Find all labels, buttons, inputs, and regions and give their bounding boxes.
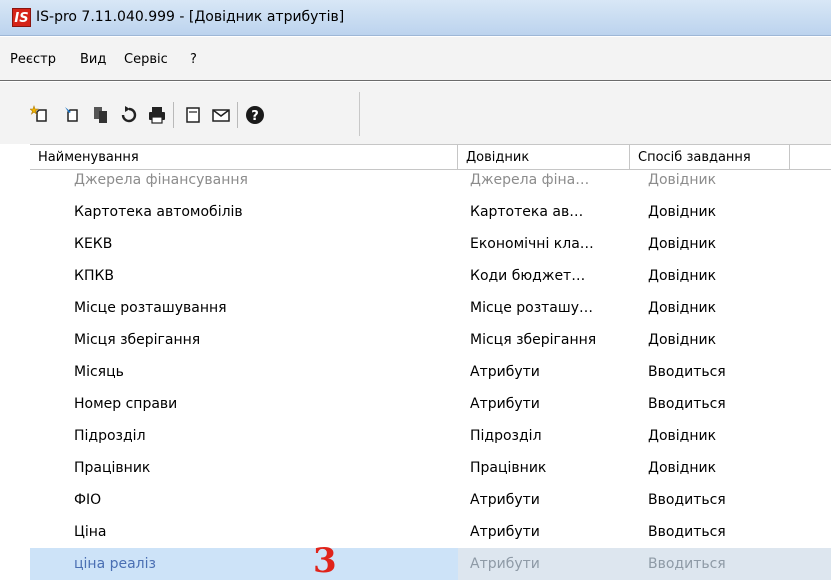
cell-directory: Місце розташу… (470, 300, 593, 316)
cell-name: ціна реаліз (74, 556, 156, 572)
cell-name: Джерела фінансування (74, 172, 248, 188)
cell-directory: Атрибути (470, 492, 540, 508)
toolbar-group: ? (29, 92, 360, 136)
edit-doc-icon[interactable] (62, 104, 84, 126)
menu-item-registry[interactable]: Реєстр (10, 52, 56, 67)
table-row[interactable]: Джерела фінансування Джерела фіна… Довідни… (30, 164, 831, 196)
menu-bar: Реєстр Вид Сервіс ? (0, 37, 831, 81)
new-doc-icon[interactable] (29, 104, 52, 126)
copy-doc-icon[interactable] (90, 104, 112, 126)
cell-method: Довідник (648, 172, 717, 188)
table-row[interactable]: КЕКВ Економічні кла… Довідник (30, 228, 831, 260)
table-row[interactable]: Ціна Атрибути Вводиться (30, 516, 831, 548)
table-row[interactable]: Працівник Працівник Довідник (30, 452, 831, 484)
cell-name: Місця зберігання (74, 332, 201, 348)
cell-method: Довідник (648, 460, 717, 476)
cell-method: Довідник (648, 236, 717, 252)
cell-name: КПКВ (74, 268, 115, 284)
cell-directory: Економічні кла… (470, 236, 594, 252)
cell-directory: Джерела фіна… (470, 172, 590, 188)
cell-method: Довідник (648, 428, 717, 444)
cell-method: Вводиться (648, 492, 726, 508)
svg-text:?: ? (251, 109, 259, 124)
table-row[interactable]: КПКВ Коди бюджет… Довідник (30, 260, 831, 292)
cell-directory: Працівник (470, 460, 547, 476)
table-row[interactable]: Місця зберігання Місця зберігання Довідник (30, 324, 831, 356)
window-title: IS-pro 7.11.040.999 - [Довідник атрибуті… (36, 9, 345, 25)
cell-directory: Місця зберігання (470, 332, 597, 348)
cell-directory: Атрибути (470, 556, 540, 572)
cell-method: Вводиться (648, 396, 726, 412)
help-icon[interactable]: ? (244, 104, 266, 126)
cell-directory: Коди бюджет… (470, 268, 586, 284)
cell-directory: Підрозділ (470, 428, 542, 444)
cell-name: Місце розташування (74, 300, 227, 316)
cell-name: Картотека автомобілів (74, 204, 243, 220)
table-row[interactable]: Підрозділ Підрозділ Довідник (30, 420, 831, 452)
app-logo: IS (12, 8, 31, 27)
cell-name: Номер справи (74, 396, 178, 412)
form-icon[interactable] (182, 104, 204, 126)
menu-item-view[interactable]: Вид (80, 52, 106, 67)
toolbar: ? (0, 82, 831, 144)
cell-name: ФІО (74, 492, 102, 508)
cell-name: Місяць (74, 364, 124, 380)
step-annotation: 3 (313, 541, 337, 581)
cell-directory: Атрибути (470, 396, 540, 412)
toolbar-separator (237, 102, 238, 128)
table-row[interactable]: Номер справи Атрибути Вводиться (30, 388, 831, 420)
mail-icon[interactable] (210, 104, 232, 126)
table-row[interactable]: Місце розташування Місце розташу… Довідник (30, 292, 831, 324)
cell-method: Довідник (648, 204, 717, 220)
title-bar[interactable]: IS IS-pro 7.11.040.999 - [Довідник атриб… (0, 0, 831, 36)
toolbar-separator (173, 102, 174, 128)
cell-name: Ціна (74, 524, 107, 540)
cell-directory: Атрибути (470, 364, 540, 380)
cell-method: Довідник (648, 300, 717, 316)
table-row[interactable]: ФІО Атрибути Вводиться (30, 484, 831, 516)
cell-name: Підрозділ (74, 428, 146, 444)
cell-method: Довідник (648, 332, 717, 348)
menu-item-help[interactable]: ? (190, 52, 197, 67)
refresh-icon[interactable] (118, 104, 140, 126)
table-row[interactable]: ціна реаліз Атрибути Вводиться (30, 548, 831, 580)
attributes-table: Найменування Довідник Спосіб завдання Дж… (30, 144, 831, 580)
cell-method: Довідник (648, 268, 717, 284)
cell-name: КЕКВ (74, 236, 113, 252)
print-icon[interactable] (146, 104, 168, 126)
cell-directory: Атрибути (470, 524, 540, 540)
table-row[interactable]: Картотека автомобілів Картотека ав… Довідн… (30, 196, 831, 228)
cell-method: Вводиться (648, 556, 726, 572)
menu-item-service[interactable]: Сервіс (124, 52, 168, 67)
cell-method: Вводиться (648, 524, 726, 540)
table-row[interactable]: Місяць Атрибути Вводиться (30, 356, 831, 388)
cell-directory: Картотека ав… (470, 204, 584, 220)
cell-name: Працівник (74, 460, 151, 476)
cell-method: Вводиться (648, 364, 726, 380)
